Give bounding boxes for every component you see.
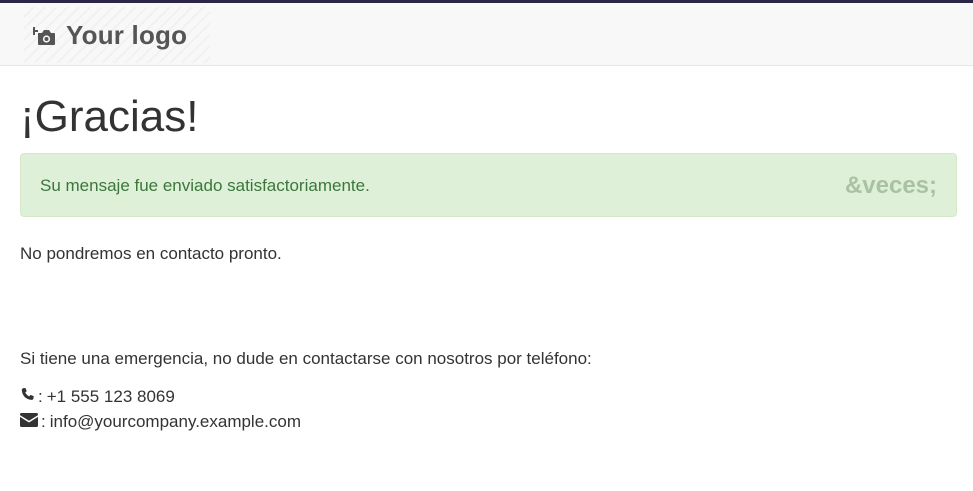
email-separator: : [41, 412, 46, 431]
followup-text: No pondremos en contacto pronto. [20, 244, 282, 263]
logo-text: Your logo [66, 19, 188, 50]
emergency-text: Si tiene una emergencia, no dude en cont… [20, 349, 592, 368]
phone-separator: : [38, 387, 43, 406]
phone-number[interactable]: +1 555 123 8069 [47, 387, 175, 407]
email-link[interactable]: info@yourcompany.example.com [50, 412, 301, 432]
envelope-icon [20, 412, 38, 432]
alert-close-button[interactable]: &veces; [845, 172, 937, 200]
contact-phone: : +1 555 123 8069 [20, 387, 175, 407]
phone-icon [20, 387, 35, 407]
alert-message: Su mensaje fue enviado satisfactoriament… [40, 176, 370, 195]
contact-email: : info@yourcompany.example.com [20, 412, 301, 432]
logo[interactable]: Your logo [24, 7, 210, 63]
camera-plus-icon [30, 24, 57, 48]
header: Your logo [0, 3, 973, 66]
page-title: ¡Gracias! [20, 92, 199, 141]
success-alert: Su mensaje fue enviado satisfactoriament… [20, 153, 957, 217]
